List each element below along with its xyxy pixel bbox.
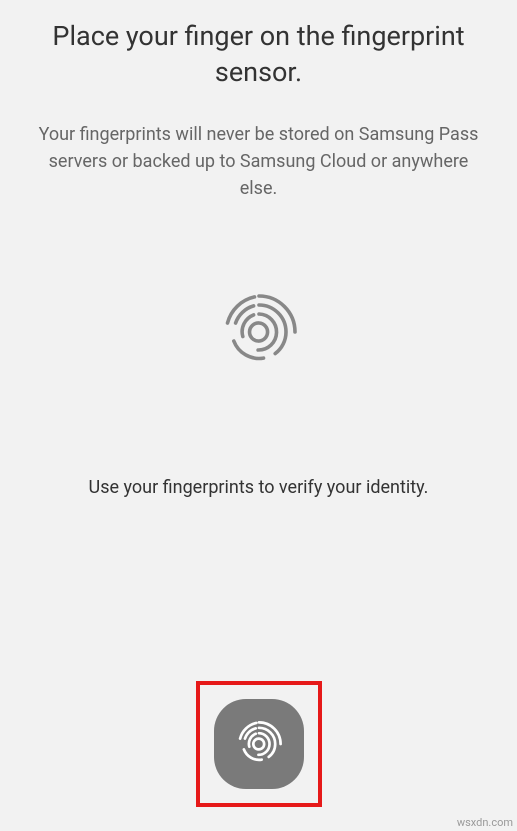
verify-instruction: Use your fingerprints to verify your ide… [69,477,449,498]
fingerprint-sensor-icon [232,717,286,771]
privacy-description: Your fingerprints will never be stored o… [0,91,517,202]
page-title: Place your finger on the fingerprint sen… [0,0,517,91]
watermark-text: wsxdn.com [457,816,513,829]
fingerprint-sensor-button[interactable] [214,699,304,789]
fingerprint-illustration [214,287,304,377]
sensor-highlight-box [196,681,322,807]
fingerprint-icon [214,287,304,377]
